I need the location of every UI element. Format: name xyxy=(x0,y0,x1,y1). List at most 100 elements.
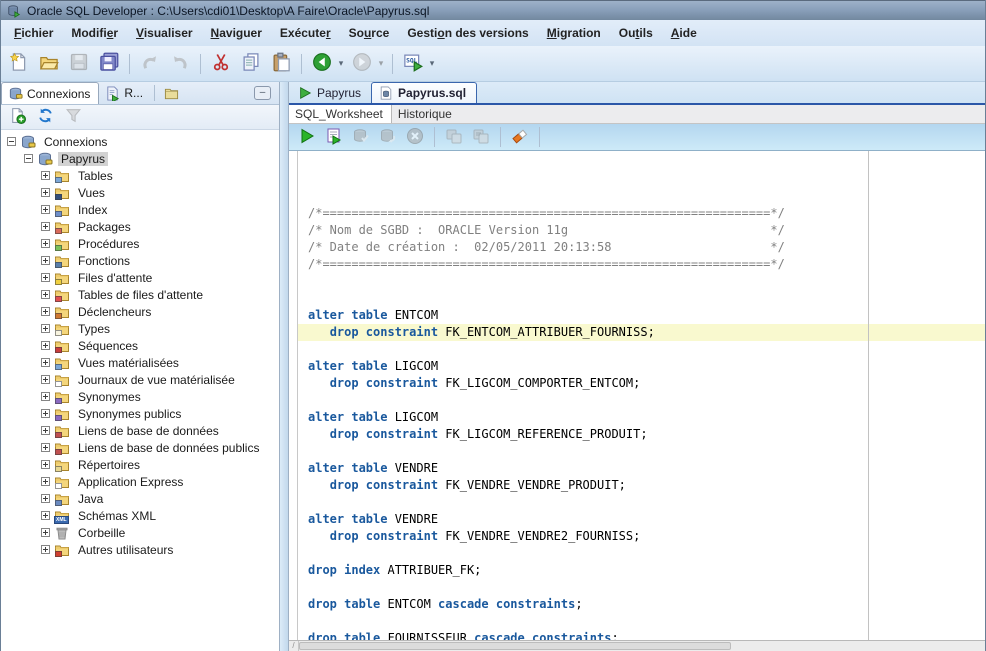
plus-expander-icon[interactable] xyxy=(41,443,50,452)
forward-dropdown[interactable]: ▾ xyxy=(376,58,386,69)
horizontal-scrollbar[interactable]: / xyxy=(289,640,985,651)
plus-expander-icon[interactable] xyxy=(41,545,50,554)
tree-item-s-quences[interactable]: Séquences xyxy=(1,337,279,354)
undo-button[interactable] xyxy=(136,50,164,78)
sql-worksheet-button[interactable]: SQL xyxy=(399,50,427,78)
tree-item-index[interactable]: Index xyxy=(1,201,279,218)
plus-expander-icon[interactable] xyxy=(41,256,50,265)
tab-connexions[interactable]: Connexions xyxy=(1,82,99,104)
tree-item-d-clencheurs[interactable]: Déclencheurs xyxy=(1,303,279,320)
plus-expander-icon[interactable] xyxy=(41,341,50,350)
explain-plan-button[interactable] xyxy=(469,126,493,148)
tree-item-fonctions[interactable]: Fonctions xyxy=(1,252,279,269)
panel-splitter[interactable] xyxy=(280,82,288,651)
plus-expander-icon[interactable] xyxy=(41,528,50,537)
tab-rapports[interactable]: R... xyxy=(99,82,151,104)
tree-item-sch-mas-xml[interactable]: XMLSchémas XML xyxy=(1,507,279,524)
run-statement-button[interactable] xyxy=(295,126,319,148)
titlebar[interactable]: Oracle SQL Developer : C:\Users\cdi01\De… xyxy=(1,0,985,20)
tree-item-corbeille[interactable]: Corbeille xyxy=(1,524,279,541)
plus-expander-icon[interactable] xyxy=(41,222,50,231)
menu-ex-cuter[interactable]: Exécuter xyxy=(271,23,340,43)
code-area[interactable]: /*======================================… xyxy=(298,151,985,640)
tab-papyrus[interactable]: Papyrus xyxy=(291,82,371,103)
monitor-button[interactable] xyxy=(442,126,466,148)
plus-expander-icon[interactable] xyxy=(41,494,50,503)
menu-aide[interactable]: Aide xyxy=(662,23,706,43)
scrollbar-thumb[interactable] xyxy=(299,642,731,650)
add-connection-button[interactable] xyxy=(6,106,28,128)
menu-modifier[interactable]: Modifier xyxy=(62,23,127,43)
plus-expander-icon[interactable] xyxy=(41,290,50,299)
redo-button[interactable] xyxy=(166,50,194,78)
new-file-button[interactable] xyxy=(5,50,33,78)
paste-button[interactable] xyxy=(267,50,295,78)
menu-source[interactable]: Source xyxy=(340,23,399,43)
tree-item-vues[interactable]: Vues xyxy=(1,184,279,201)
plus-expander-icon[interactable] xyxy=(41,273,50,282)
plus-expander-icon[interactable] xyxy=(41,307,50,316)
panel-minimize-button[interactable]: – xyxy=(254,86,271,100)
plus-expander-icon[interactable] xyxy=(41,426,50,435)
tree-item-synonymes-publics[interactable]: Synonymes publics xyxy=(1,405,279,422)
minus-expander-icon[interactable] xyxy=(7,137,16,146)
tree-item-r-pertoires[interactable]: Répertoires xyxy=(1,456,279,473)
tree-item-types[interactable]: Types xyxy=(1,320,279,337)
plus-expander-icon[interactable] xyxy=(41,477,50,486)
menu-migration[interactable]: Migration xyxy=(538,23,610,43)
tree-item-packages[interactable]: Packages xyxy=(1,218,279,235)
tree-item-connexions[interactable]: Connexions xyxy=(1,133,279,150)
save-all-button[interactable] xyxy=(95,50,123,78)
clear-button[interactable] xyxy=(508,126,532,148)
tree-item-synonymes[interactable]: Synonymes xyxy=(1,388,279,405)
sql-worksheet-dropdown[interactable]: ▾ xyxy=(427,58,437,69)
plus-expander-icon[interactable] xyxy=(41,188,50,197)
menu-gestion-des-versions[interactable]: Gestion des versions xyxy=(398,23,537,43)
tree-item-liens-de-base-de-donn-es-publics[interactable]: Liens de base de données publics xyxy=(1,439,279,456)
tree-item-vues-mat-rialis-es[interactable]: Vues matérialisées xyxy=(1,354,279,371)
open-folder-button[interactable] xyxy=(35,50,63,78)
plus-expander-icon[interactable] xyxy=(41,460,50,469)
tree-item-application-express[interactable]: Application Express xyxy=(1,473,279,490)
tree-item-tables[interactable]: Tables xyxy=(1,167,279,184)
plus-expander-icon[interactable] xyxy=(41,409,50,418)
plus-expander-icon[interactable] xyxy=(41,375,50,384)
tree-item-autres-utilisateurs[interactable]: Autres utilisateurs xyxy=(1,541,279,558)
copy-button[interactable] xyxy=(237,50,265,78)
subtab-sql-worksheet[interactable]: SQL_Worksheet xyxy=(289,105,392,123)
commit-button[interactable] xyxy=(349,126,373,148)
plus-expander-icon[interactable] xyxy=(41,392,50,401)
tree-item-journaux-de-vue-mat-rialis-e[interactable]: Journaux de vue matérialisée xyxy=(1,371,279,388)
minus-expander-icon[interactable] xyxy=(24,154,33,163)
rollback-button[interactable] xyxy=(376,126,400,148)
cancel-button[interactable] xyxy=(403,126,427,148)
tab-papyrus-sql[interactable]: Papyrus.sql xyxy=(371,82,477,103)
menu-visualiser[interactable]: Visualiser xyxy=(127,23,202,43)
tree-item-papyrus[interactable]: Papyrus xyxy=(1,150,279,167)
menu-naviguer[interactable]: Naviguer xyxy=(202,23,271,43)
subtab-historique[interactable]: Historique xyxy=(392,105,460,123)
filter-button[interactable] xyxy=(62,106,84,128)
tree-item-liens-de-base-de-donn-es[interactable]: Liens de base de données xyxy=(1,422,279,439)
tree-item-files-d-attente[interactable]: Files d'attente xyxy=(1,269,279,286)
sql-editor[interactable]: /*======================================… xyxy=(289,151,985,640)
refresh-button[interactable] xyxy=(34,106,56,128)
run-script-button[interactable] xyxy=(322,126,346,148)
tree-item-proc-dures[interactable]: Procédures xyxy=(1,235,279,252)
tree-item-tables-de-files-d-attente[interactable]: Tables de files d'attente xyxy=(1,286,279,303)
tab-fichiers[interactable] xyxy=(158,82,187,104)
back-button[interactable] xyxy=(308,50,336,78)
tree-item-java[interactable]: Java xyxy=(1,490,279,507)
cut-button[interactable] xyxy=(207,50,235,78)
back-dropdown[interactable]: ▾ xyxy=(336,58,346,69)
forward-button[interactable] xyxy=(348,50,376,78)
plus-expander-icon[interactable] xyxy=(41,205,50,214)
menu-outils[interactable]: Outils xyxy=(610,23,662,43)
plus-expander-icon[interactable] xyxy=(41,358,50,367)
menu-fichier[interactable]: Fichier xyxy=(5,23,62,43)
save-button[interactable] xyxy=(65,50,93,78)
plus-expander-icon[interactable] xyxy=(41,324,50,333)
plus-expander-icon[interactable] xyxy=(41,511,50,520)
plus-expander-icon[interactable] xyxy=(41,171,50,180)
plus-expander-icon[interactable] xyxy=(41,239,50,248)
